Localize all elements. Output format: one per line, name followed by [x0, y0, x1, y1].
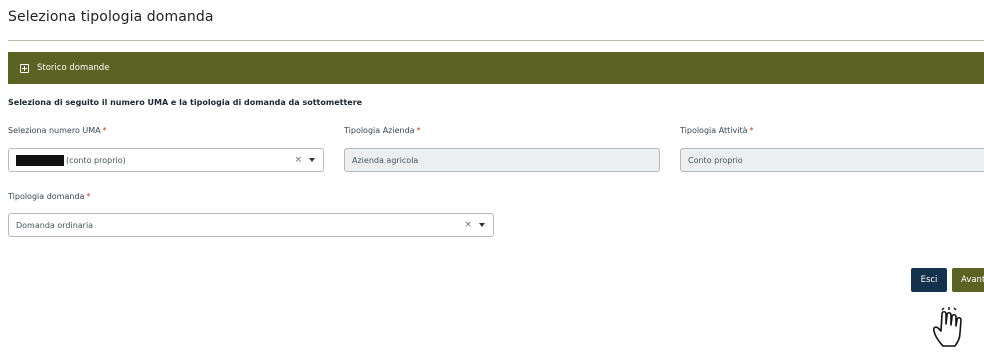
tipologia-attivita-label-text: Tipologia Attività — [680, 126, 748, 135]
tipologia-azienda-field: Azienda agricola — [344, 148, 660, 172]
clear-icon[interactable]: × — [294, 155, 302, 165]
hand-cursor-icon — [932, 307, 962, 347]
tipologia-domanda-label: Tipologia domanda * — [8, 192, 90, 201]
tipologia-attivita-field: Conto proprio — [680, 148, 984, 172]
expand-plus-icon — [20, 63, 29, 73]
chevron-down-icon[interactable] — [479, 223, 485, 227]
accordion-label: Storico domande — [37, 63, 110, 73]
numero-uma-value: (conto proprio) — [66, 155, 126, 165]
tipologia-attivita-value: Conto proprio — [688, 155, 743, 165]
required-marker: * — [749, 126, 754, 135]
numero-uma-label: Seleziona numero UMA * — [8, 126, 107, 135]
page-title: Seleziona tipologia domanda — [8, 9, 214, 25]
numero-uma-select[interactable]: (conto proprio) × — [8, 148, 324, 172]
required-marker: * — [86, 192, 91, 201]
required-marker: * — [416, 126, 421, 135]
numero-uma-label-text: Seleziona numero UMA — [8, 126, 101, 135]
storico-domande-accordion[interactable]: Storico domande — [8, 52, 984, 84]
tipologia-azienda-label: Tipologia Azienda * — [344, 126, 421, 135]
tipologia-azienda-value: Azienda agricola — [352, 155, 419, 165]
exit-button[interactable]: Esci — [911, 268, 947, 292]
tipologia-domanda-label-text: Tipologia domanda — [8, 192, 85, 201]
tipologia-domanda-select[interactable]: Domanda ordinaria × — [8, 213, 494, 237]
next-button[interactable]: Avanti — [952, 268, 984, 292]
tipologia-attivita-label: Tipologia Attività * — [680, 126, 754, 135]
tipologia-domanda-value: Domanda ordinaria — [16, 220, 94, 230]
title-divider — [8, 40, 984, 41]
tipologia-azienda-label-text: Tipologia Azienda — [344, 126, 415, 135]
instruction-text: Seleziona di seguito il numero UMA e la … — [8, 98, 363, 107]
chevron-down-icon[interactable] — [309, 158, 315, 162]
redacted-uma-number — [16, 154, 64, 166]
required-marker: * — [102, 126, 107, 135]
clear-icon[interactable]: × — [464, 220, 472, 230]
